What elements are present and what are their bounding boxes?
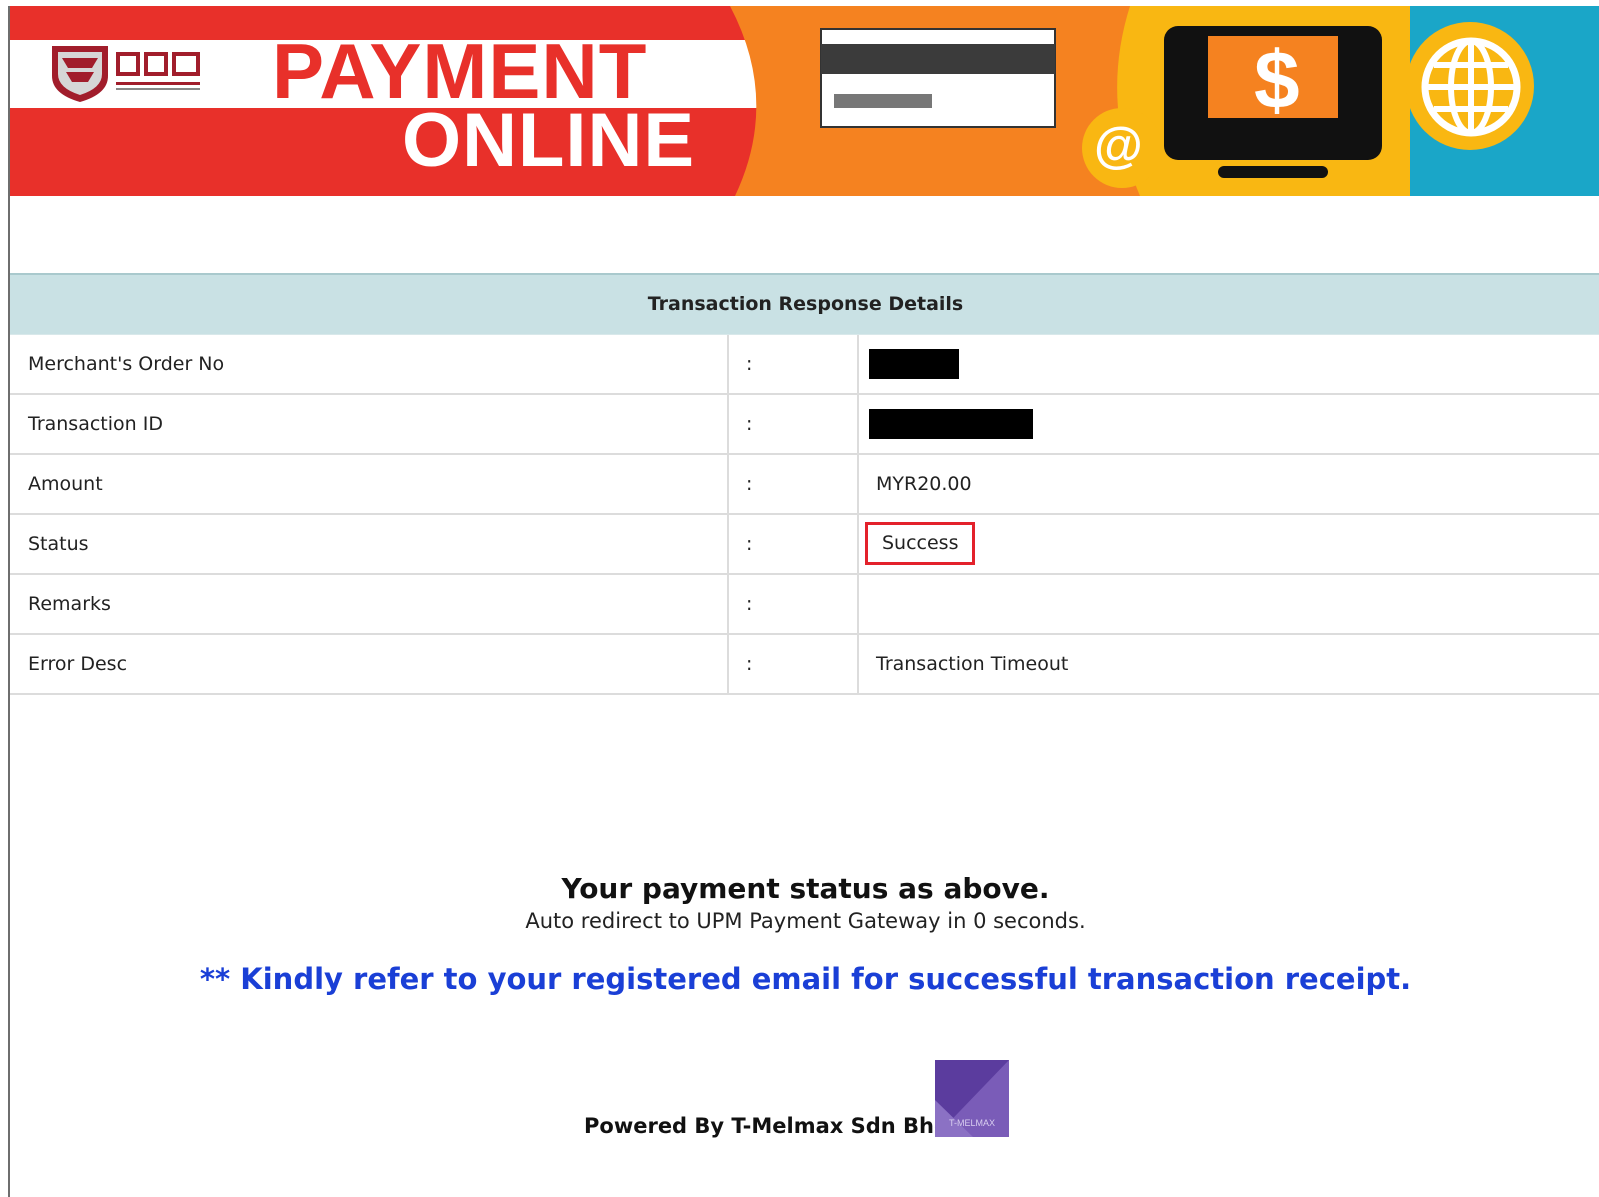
credit-card-icon [820,28,1056,128]
table-row-status: Status : Success [10,515,1599,575]
table-row-amount: Amount : MYR20.00 [10,455,1599,515]
table-row-remarks: Remarks : [10,575,1599,635]
email-receipt-note: ** Kindly refer to your registered email… [199,962,1412,996]
upm-logo [52,46,200,102]
table-row-order-no: Merchant's Order No : [10,335,1599,395]
row-colon: : [746,413,753,435]
row-colon: : [746,593,753,615]
table-row-error-desc: Error Desc : Transaction Timeout [10,635,1599,695]
row-colon: : [746,653,753,675]
row-label: Error Desc [28,653,128,675]
tmelmax-logo-text: T-MELMAX [949,1118,995,1128]
redirect-message: Auto redirect to UPM Payment Gateway in … [525,909,1086,933]
row-label: Merchant's Order No [28,353,225,375]
payment-online-banner: PAYMENT ONLINE $ @ [10,6,1599,196]
payment-status-message: Your payment status as above. [561,872,1050,905]
row-label: Amount [28,473,103,495]
transaction-details-table: Transaction Response Details Merchant's … [10,273,1599,695]
redacted-value [869,349,959,379]
at-icon: @ [1094,117,1143,173]
powered-by-text: Powered By T-Melmax Sdn Bhd [584,1114,950,1138]
table-row-transaction-id: Transaction ID : [10,395,1599,455]
row-colon: : [746,353,753,375]
tmelmax-logo: T-MELMAX [935,1060,1009,1137]
dollar-icon: $ [1254,35,1300,126]
error-desc-value: Transaction Timeout [876,653,1069,675]
table-header: Transaction Response Details [10,273,1599,335]
banner-title-online: ONLINE [402,98,696,183]
amount-value: MYR20.00 [876,473,972,495]
row-label: Remarks [28,593,111,615]
row-label: Transaction ID [28,413,163,435]
row-colon: : [746,473,753,495]
globe-icon [1421,37,1521,137]
row-label: Status [28,533,89,555]
row-colon: : [746,533,753,555]
redacted-value [869,409,1033,439]
page-frame: PAYMENT ONLINE $ @ Transaction Response … [8,6,1599,1197]
status-badge: Success [865,522,976,565]
